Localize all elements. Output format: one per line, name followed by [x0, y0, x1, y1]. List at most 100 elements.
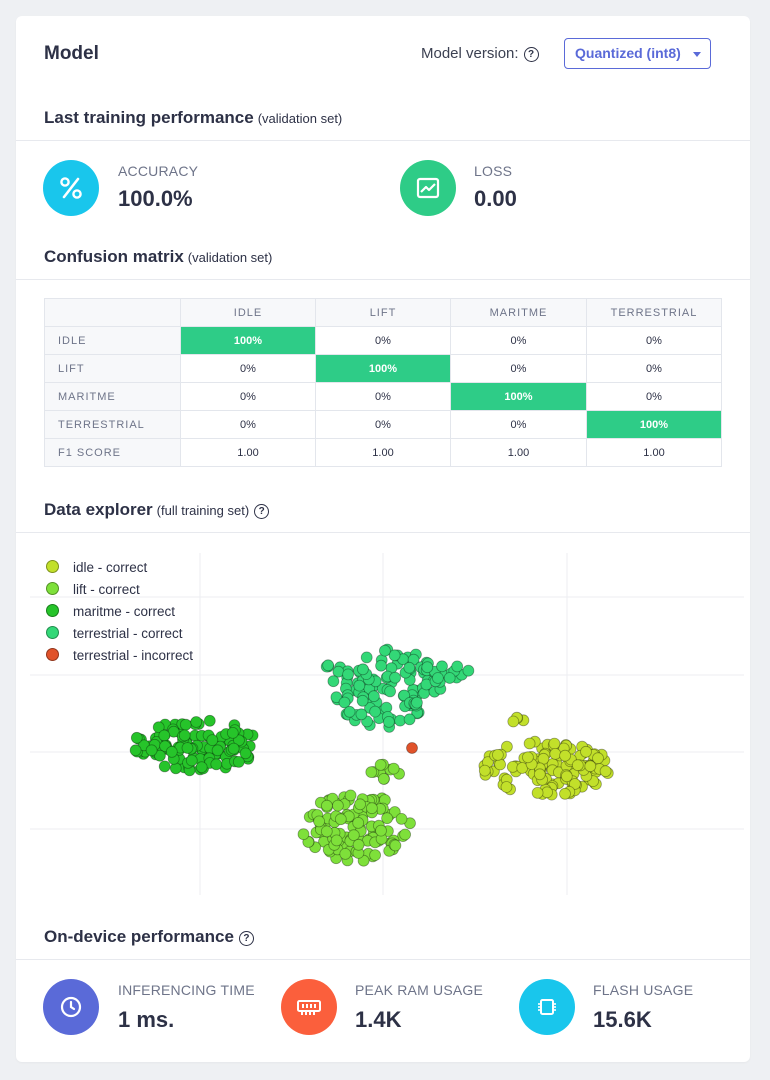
- scatter-point[interactable]: [327, 675, 340, 688]
- scatter-point[interactable]: [334, 813, 347, 826]
- scatter-point[interactable]: [377, 772, 390, 785]
- scatter-point[interactable]: [130, 731, 143, 744]
- scatter-point[interactable]: [559, 749, 571, 762]
- scatter-point[interactable]: [211, 744, 224, 757]
- scatter-point[interactable]: [206, 734, 219, 747]
- scatter-point[interactable]: [355, 708, 368, 721]
- model-version-select[interactable]: Quantized (int8): [564, 38, 711, 69]
- model-version-text: Model version:: [421, 45, 519, 62]
- scatter-point[interactable]: [360, 651, 373, 664]
- scatter-point[interactable]: [399, 828, 412, 841]
- scatter-point[interactable]: [531, 786, 544, 799]
- legend-item[interactable]: maritme - correct: [46, 604, 175, 619]
- scatter-point[interactable]: [367, 690, 380, 703]
- scatter-point[interactable]: [548, 737, 561, 750]
- scatter-point[interactable]: [403, 713, 416, 726]
- scatter-point[interactable]: [227, 742, 240, 755]
- scatter-point[interactable]: [365, 766, 378, 779]
- scatter-point[interactable]: [374, 758, 387, 771]
- help-icon[interactable]: ?: [238, 931, 254, 946]
- scatter-point[interactable]: [313, 815, 326, 828]
- scatter-point[interactable]: [549, 747, 562, 760]
- scatter-point[interactable]: [185, 754, 198, 767]
- scatter-point[interactable]: [421, 661, 434, 674]
- legend-item[interactable]: terrestrial - incorrect: [46, 648, 193, 663]
- scatter-point[interactable]: [369, 705, 382, 718]
- scatter-point[interactable]: [339, 847, 352, 860]
- scatter-point[interactable]: [375, 659, 388, 672]
- scatter-point[interactable]: [599, 765, 612, 778]
- flash-usage-value: 15.6K: [593, 1007, 652, 1032]
- scatter-point[interactable]: [129, 744, 142, 757]
- scatter-point[interactable]: [181, 742, 194, 754]
- scatter-point[interactable]: [451, 660, 464, 673]
- help-icon[interactable]: ?: [523, 47, 539, 62]
- scatter-point[interactable]: [478, 764, 491, 777]
- scatter-point[interactable]: [203, 714, 216, 727]
- scatter-point[interactable]: [322, 659, 335, 672]
- scatter-point[interactable]: [320, 825, 333, 838]
- scatter-point[interactable]: [354, 798, 367, 811]
- scatter-point[interactable]: [559, 787, 571, 800]
- scatter-point[interactable]: [533, 768, 546, 781]
- scatter-point[interactable]: [239, 747, 252, 760]
- scatter-point[interactable]: [158, 729, 171, 742]
- scatter-point[interactable]: [387, 762, 400, 775]
- scatter-point[interactable]: [375, 824, 387, 837]
- scatter-point[interactable]: [431, 672, 444, 684]
- scatter-point[interactable]: [523, 737, 536, 750]
- scatter-point[interactable]: [353, 679, 366, 692]
- confusion-matrix-table: IDLE LIFT MARITME TERRESTRIAL IDLE 100% …: [44, 298, 722, 467]
- scatter-point[interactable]: [352, 816, 365, 829]
- scatter-point[interactable]: [158, 760, 171, 773]
- scatter-point[interactable]: [356, 694, 369, 707]
- scatter-point[interactable]: [179, 718, 192, 731]
- scatter-point[interactable]: [331, 799, 344, 812]
- scatter-point[interactable]: [389, 671, 402, 684]
- scatter-point[interactable]: [410, 696, 423, 709]
- scatter-point[interactable]: [384, 685, 397, 698]
- scatter-point[interactable]: [491, 748, 504, 761]
- scatter-point[interactable]: [389, 839, 402, 852]
- scatter-point-incorrect[interactable]: [406, 742, 418, 754]
- legend-item[interactable]: lift - correct: [46, 582, 140, 597]
- scatter-point[interactable]: [378, 644, 391, 657]
- legend-dot: [46, 648, 59, 661]
- scatter-point[interactable]: [352, 838, 365, 851]
- scatter-point[interactable]: [382, 715, 395, 728]
- scatter-point[interactable]: [521, 751, 534, 764]
- scatter-point[interactable]: [369, 849, 382, 862]
- scatter-point[interactable]: [297, 828, 310, 841]
- scatter-point[interactable]: [584, 760, 597, 773]
- scatter-point[interactable]: [580, 745, 592, 758]
- scatter-point[interactable]: [190, 716, 203, 728]
- scatter-point[interactable]: [462, 664, 475, 677]
- scatter-point[interactable]: [145, 744, 158, 757]
- scatter-point[interactable]: [330, 834, 343, 847]
- scatter-point[interactable]: [356, 663, 369, 676]
- scatter-point[interactable]: [342, 668, 355, 681]
- scatter-point[interactable]: [210, 758, 223, 771]
- scatter-point[interactable]: [178, 729, 191, 742]
- scatter-point[interactable]: [560, 770, 573, 783]
- scatter-point[interactable]: [571, 759, 584, 772]
- explorer-section-title: Data explorer (full training set)?: [44, 500, 270, 520]
- scatter-point[interactable]: [395, 812, 408, 825]
- help-icon[interactable]: ?: [254, 504, 270, 519]
- scatter-point[interactable]: [443, 672, 456, 684]
- scatter-point[interactable]: [436, 660, 448, 673]
- scatter-point[interactable]: [165, 745, 178, 758]
- legend-item[interactable]: terrestrial - correct: [46, 626, 183, 641]
- scatter-point[interactable]: [500, 781, 513, 793]
- scatter-point[interactable]: [507, 715, 520, 728]
- legend-item[interactable]: idle - correct: [46, 560, 147, 575]
- scatter-point[interactable]: [344, 789, 357, 802]
- scatter-point[interactable]: [403, 661, 416, 674]
- scatter-point[interactable]: [343, 705, 356, 718]
- scatter-point[interactable]: [365, 802, 378, 815]
- data-explorer-plot[interactable]: idle - correct lift - correct maritme - …: [16, 533, 750, 913]
- scatter-point[interactable]: [494, 758, 507, 771]
- scatter-point[interactable]: [226, 726, 239, 739]
- scatter-point[interactable]: [195, 761, 208, 774]
- scatter-point[interactable]: [320, 799, 333, 812]
